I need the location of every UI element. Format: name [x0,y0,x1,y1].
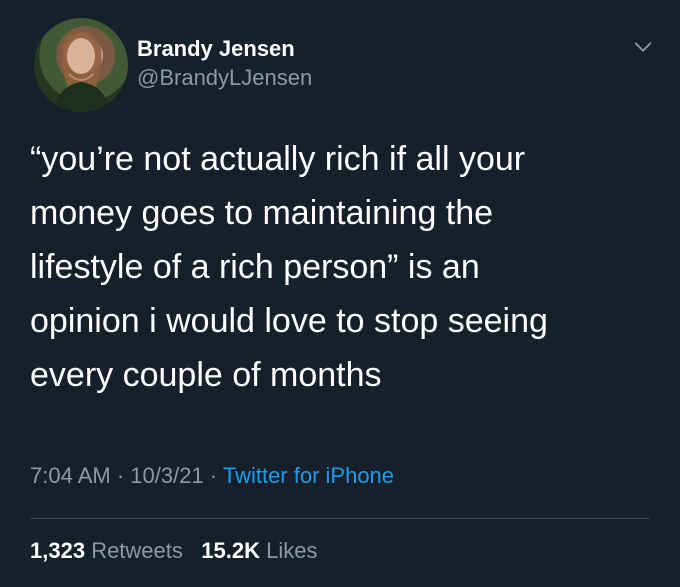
tweet-card: Brandy Jensen @BrandyLJensen “you’re not… [0,0,680,587]
user-handle[interactable]: @BrandyLJensen [137,64,312,92]
user-names: Brandy Jensen @BrandyLJensen [137,36,312,92]
tweet-meta: 7:04 AM · 10/3/21 · Twitter for iPhone [30,461,394,491]
likes-label[interactable]: Likes [266,538,317,563]
retweets-label[interactable]: Retweets [91,538,183,563]
likes-count[interactable]: 15.2K [201,538,260,563]
tweet-header: Brandy Jensen @BrandyLJensen [34,18,654,114]
divider [30,518,650,519]
display-name[interactable]: Brandy Jensen [137,36,312,62]
meta-separator: · [203,463,223,488]
tweet-source[interactable]: Twitter for iPhone [223,463,394,488]
tweet-stats: 1,323 Retweets 15.2K Likes [30,536,317,566]
retweets-count[interactable]: 1,323 [30,538,85,563]
meta-separator: · [110,463,131,488]
tweet-date[interactable]: 10/3/21 [130,463,203,488]
avatar-photo [54,31,110,112]
avatar[interactable] [34,18,128,112]
tweet-text: “you’re not actually rich if all your mo… [30,140,548,394]
tweet-time[interactable]: 7:04 AM [30,463,111,488]
chevron-down-icon[interactable] [632,36,654,58]
